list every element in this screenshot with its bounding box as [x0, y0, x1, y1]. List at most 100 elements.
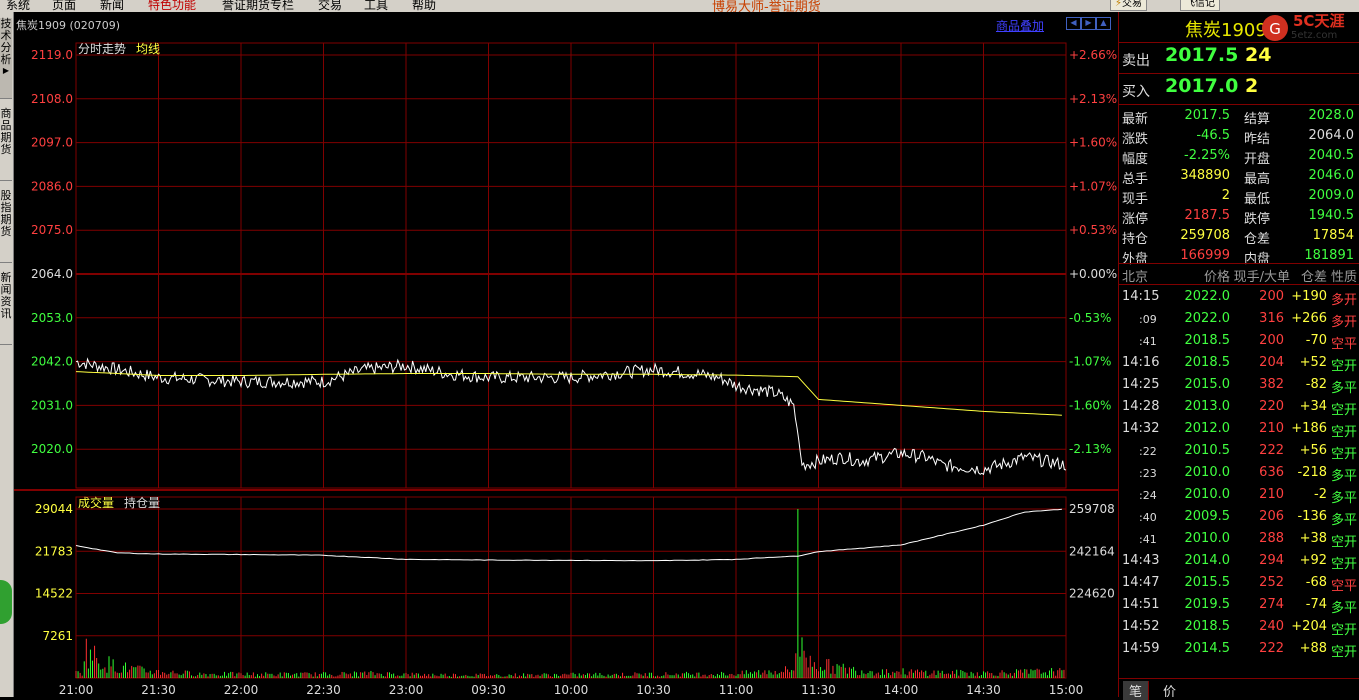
stat-value: 2187.5	[1184, 208, 1231, 223]
chart-up-button[interactable]: ▲	[1096, 17, 1111, 30]
tab-index-futures[interactable]: 股指期货	[0, 190, 12, 263]
stat-label: 跌停	[1244, 212, 1271, 227]
stat-value: 348890	[1180, 168, 1230, 183]
tick-time: 14:32	[1122, 421, 1160, 436]
tick-type: 空平	[1330, 337, 1357, 352]
tick-row[interactable]: :24 2010.0 210 -2 多平	[1119, 484, 1359, 506]
menu-news[interactable]: 新闻	[100, 0, 124, 12]
menu-special[interactable]: 特色功能	[148, 0, 196, 12]
tab-news-info[interactable]: 新闻资讯	[0, 272, 12, 345]
arrow-up-icon: ▲	[1100, 18, 1107, 27]
alert-button[interactable]: 飞信记	[1180, 0, 1220, 11]
trade-button-label: 交易	[1122, 0, 1143, 9]
menu-help[interactable]: 帮助	[412, 0, 436, 12]
tick-type: 空开	[1330, 645, 1357, 660]
tick-oi-change: +34	[1299, 399, 1327, 414]
tick-oi-change: +38	[1299, 531, 1327, 546]
pct-tick-label: -1.60%	[1069, 398, 1111, 412]
tick-volume: 316	[1259, 311, 1284, 326]
tick-time: 14:15	[1122, 289, 1160, 304]
stat-value: 2009.0	[1308, 188, 1355, 203]
menu-system[interactable]: 系统	[6, 0, 30, 12]
tick-row[interactable]: 14:16 2018.5 204 +52 空开	[1119, 352, 1359, 374]
tick-row[interactable]: :23 2010.0 636 -218 多平	[1119, 462, 1359, 484]
chart-canvas[interactable]: 21:00 21:30 22:00 22:30 23:00 09:30 10:00 10:30…	[14, 12, 1118, 697]
tick-volume: 210	[1259, 421, 1284, 436]
tick-row[interactable]: 14:47 2015.5 252 -68 空平	[1119, 572, 1359, 594]
x-tick-label: 14:30	[966, 683, 1001, 697]
x-tick-label: 21:30	[141, 683, 176, 697]
tick-oi-change: -2	[1314, 487, 1327, 502]
pct-tick-label: -1.07%	[1069, 355, 1111, 369]
tick-row[interactable]: 14:59 2014.5 222 +88 空开	[1119, 638, 1359, 660]
svg-text:G: G	[1269, 20, 1281, 38]
arrow-right-icon: ▶	[1085, 18, 1092, 27]
price-tick-label: 2031.0	[31, 398, 73, 412]
tab-technical-analysis[interactable]: 技术分析 ▶	[0, 18, 12, 99]
stat-value: 1940.5	[1308, 208, 1355, 223]
menu-tools[interactable]: 工具	[364, 0, 388, 12]
tick-row[interactable]: 14:43 2014.0 294 +92 空开	[1119, 550, 1359, 572]
ticks-header-oi: 仓差	[1300, 270, 1327, 285]
tick-oi-change: +204	[1291, 619, 1327, 634]
tick-time: :40	[1139, 511, 1157, 524]
price-tick-label: 2108.0	[31, 92, 73, 106]
tab-label: 股指期货	[0, 189, 12, 238]
price-tick-label: 2119.0	[31, 48, 73, 62]
tab-by-price[interactable]: 价	[1157, 681, 1182, 700]
tick-row[interactable]: 14:25 2015.0 382 -82 多平	[1119, 374, 1359, 396]
tick-price: 2013.0	[1184, 399, 1231, 414]
svg-text:5etz.com: 5etz.com	[1291, 30, 1337, 41]
tab-commodity-futures[interactable]: 商品期货	[0, 108, 12, 181]
ask-label: 卖出	[1122, 53, 1150, 69]
tick-volume: 636	[1259, 465, 1284, 480]
ask-volume: 24	[1245, 44, 1272, 66]
tick-price: 2022.0	[1184, 311, 1231, 326]
overlay-link[interactable]: 商品叠加	[996, 17, 1044, 34]
pct-tick-label: -2.13%	[1069, 442, 1111, 456]
menu-bar: 系统 页面 新闻 特色功能 誉证期货专栏 交易 工具 帮助 博易大师-誉证期货 …	[0, 0, 1359, 12]
bid-label: 买入	[1122, 84, 1150, 100]
price-tick-label: 2075.0	[31, 223, 73, 237]
tick-time: :41	[1139, 335, 1157, 348]
tick-row[interactable]: 14:28 2013.0 220 +34 空开	[1119, 396, 1359, 418]
intraday-chart[interactable]: 21:00 21:30 22:00 22:30 23:00 09:30 10:00 10:30…	[14, 12, 1118, 697]
tick-row[interactable]: :09 2022.0 316 +266 多开	[1119, 308, 1359, 330]
tick-row[interactable]: :40 2009.5 206 -136 多平	[1119, 506, 1359, 528]
x-tick-label: 09:30	[471, 683, 506, 697]
stat-value: -46.5	[1196, 128, 1230, 143]
tab-label: 新闻资讯	[0, 271, 12, 320]
chart-prev-button[interactable]: ◀	[1066, 17, 1081, 30]
tick-price: 2012.0	[1184, 421, 1231, 436]
chart-next-button[interactable]: ▶	[1081, 17, 1096, 30]
tick-row[interactable]: :41 2010.0 288 +38 空开	[1119, 528, 1359, 550]
volume-tick-label: 14522	[35, 587, 73, 601]
stat-row: 总手 348890 最高 2046.0	[1119, 166, 1359, 187]
menu-trade[interactable]: 交易	[318, 0, 342, 12]
tick-time: 14:25	[1122, 377, 1160, 392]
tick-row[interactable]: 14:52 2018.5 240 +204 空开	[1119, 616, 1359, 638]
tick-row[interactable]: 14:15 2022.0 200 +190 多开	[1119, 286, 1359, 308]
tick-type: 空开	[1330, 447, 1357, 462]
ticks-header: 北京 价格 现手/大单 仓差 性质	[1119, 264, 1359, 285]
tab-by-trade[interactable]: 笔	[1123, 681, 1150, 700]
tick-price: 2018.5	[1184, 619, 1231, 634]
tick-row[interactable]: :22 2010.5 222 +56 空开	[1119, 440, 1359, 462]
tick-type: 空开	[1330, 403, 1357, 418]
tick-row[interactable]: :41 2018.5 200 -70 空平	[1119, 330, 1359, 352]
tick-row[interactable]: 14:51 2019.5 274 -74 多平	[1119, 594, 1359, 616]
menu-page[interactable]: 页面	[52, 0, 76, 12]
tick-oi-change: -70	[1305, 333, 1327, 348]
tick-price: 2014.0	[1184, 553, 1231, 568]
side-float-button[interactable]	[0, 580, 12, 624]
trade-button[interactable]: ⚡交易	[1110, 0, 1148, 11]
tick-row[interactable]: 14:32 2012.0 210 +186 空开	[1119, 418, 1359, 440]
ticks-header-type: 性质	[1330, 270, 1357, 285]
tick-price: 2010.0	[1184, 465, 1231, 480]
tick-type: 空开	[1330, 535, 1357, 550]
tick-price: 2010.0	[1184, 487, 1231, 502]
svg-text:5C天涯: 5C天涯	[1293, 12, 1344, 30]
tick-type: 多平	[1330, 513, 1357, 528]
menu-broker-column[interactable]: 誉证期货专栏	[222, 0, 294, 12]
volume-tick-label: 7261	[42, 629, 73, 643]
